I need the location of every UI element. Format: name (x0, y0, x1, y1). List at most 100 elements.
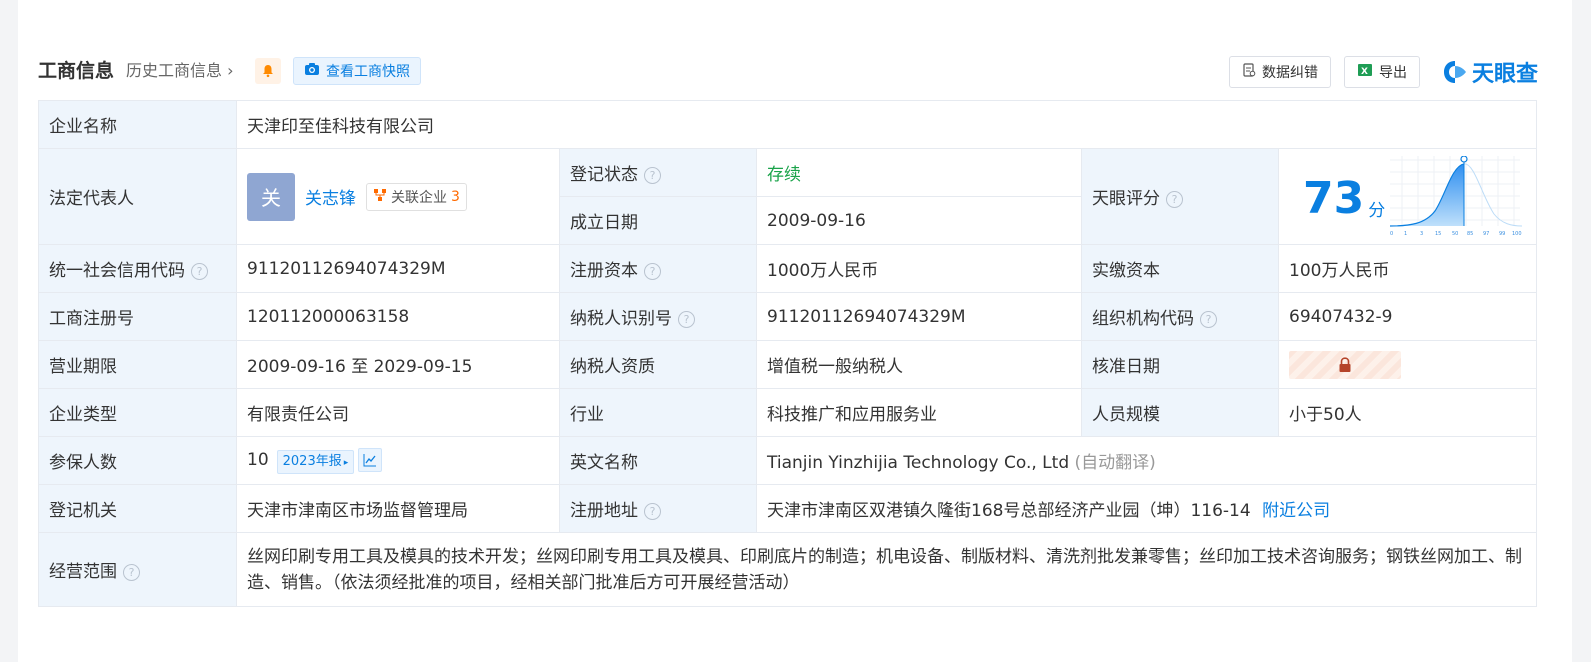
help-icon[interactable]: ? (1200, 310, 1217, 328)
reg-address-label-text: 注册地址 (570, 501, 638, 521)
company-type-value: 有限责任公司 (236, 388, 560, 437)
score-unit: 分 (1368, 200, 1386, 221)
reg-status-label-text: 登记状态 (570, 165, 638, 185)
network-icon (373, 188, 387, 206)
annual-report-tag[interactable]: 2023年报 ▸ (276, 449, 355, 474)
axis-tick: 85 (1467, 231, 1473, 237)
triangle-right-icon: ▸ (343, 457, 349, 468)
history-link-label: 历史工商信息 (126, 61, 223, 80)
excel-icon: X (1357, 62, 1373, 82)
reg-address-cell: 天津市津南区双港镇久隆街168号总部经济产业园（坤）116-14 附近公司 (755, 484, 1538, 533)
insured-label: 参保人数 (38, 436, 237, 485)
trend-chart-icon[interactable] (358, 447, 383, 472)
score-axis-ticks: 0 1 3 15 50 85 97 99 100 (1390, 231, 1522, 237)
company-type-label: 企业类型 (38, 388, 237, 437)
taxpayer-qual-label: 纳税人资质 (559, 340, 757, 389)
scope-label: 经营范围? (38, 532, 237, 607)
chevron-right-icon: › (227, 61, 234, 80)
score-cell[interactable]: 73 分 0 1 3 15 50 85 97 99 100 (1277, 148, 1538, 245)
auto-translate-note: (自动翻译) (1074, 453, 1156, 473)
data-correction-button[interactable]: 数据纠错 (1229, 56, 1331, 88)
help-icon[interactable]: ? (678, 310, 695, 328)
score-value: 73 (1303, 172, 1365, 224)
avatar[interactable]: 关 (247, 172, 295, 221)
industry-label: 行业 (559, 388, 757, 437)
help-icon[interactable]: ? (1166, 190, 1183, 208)
insured-value: 10 (247, 449, 269, 470)
history-info-link[interactable]: 历史工商信息 › (126, 56, 234, 86)
nearby-companies-link[interactable]: 附近公司 (1262, 501, 1330, 521)
related-label: 关联企业 (391, 189, 447, 206)
org-code-label: 组织机构代码? (1081, 292, 1279, 341)
reg-number-label: 工商注册号 (38, 292, 237, 341)
tianyancha-logo: 天眼查 (1442, 56, 1538, 88)
established-label: 成立日期 (559, 196, 757, 245)
export-label: 导出 (1379, 65, 1407, 81)
help-icon[interactable]: ? (191, 262, 208, 280)
reg-authority-label: 登记机关 (38, 484, 237, 533)
table-row: 企业类型 有限责任公司 行业 科技推广和应用服务业 人员规模 小于50人 (38, 388, 1538, 437)
reg-number-value: 120112000063158 (236, 292, 560, 341)
locked-value[interactable] (1289, 350, 1401, 379)
reg-status-label: 登记状态? (559, 148, 757, 197)
staff-size-value: 小于50人 (1277, 388, 1538, 437)
help-icon[interactable]: ? (644, 166, 661, 184)
table-row: 统一社会信用代码? 91120112694074329M 注册资本? 1000万… (38, 244, 1538, 293)
english-name-cell: Tianjin Yinzhijia Technology Co., Ltd (自… (755, 436, 1538, 485)
scope-label-text: 经营范围 (49, 562, 117, 582)
taxpayer-id-value: 91120112694074329M (756, 292, 1082, 341)
table-row: 法定代表人 关 关志锋 关联企业 3 登记状态? 存续 天眼评分? 73 分 0… (38, 148, 1538, 245)
taxpayer-qual-value: 增值税一般纳税人 (756, 340, 1082, 389)
axis-tick: 1 (1404, 231, 1407, 237)
approval-date-label: 核准日期 (1081, 340, 1279, 389)
bell-icon[interactable] (255, 58, 281, 84)
taxpayer-id-label: 纳税人识别号? (559, 292, 757, 341)
axis-tick: 99 (1499, 231, 1505, 237)
axis-tick: 50 (1452, 231, 1458, 237)
axis-tick: 15 (1435, 231, 1441, 237)
axis-tick: 100 (1512, 231, 1522, 237)
help-icon[interactable]: ? (644, 262, 661, 280)
org-code-value: 69407432-9 (1277, 292, 1538, 341)
view-snapshot-button[interactable]: 查看工商快照 (293, 57, 421, 85)
data-correction-label: 数据纠错 (1262, 65, 1318, 81)
credit-code-label-text: 统一社会信用代码 (49, 261, 185, 281)
score-label-text: 天眼评分 (1092, 189, 1160, 209)
business-term-value: 2009-09-16 至 2029-09-15 (236, 340, 560, 389)
english-name-value: Tianjin Yinzhijia Technology Co., Ltd (767, 453, 1070, 473)
score-label: 天眼评分? (1081, 148, 1279, 245)
reg-status-value: 存续 (756, 148, 1082, 197)
reg-capital-label-text: 注册资本 (570, 261, 638, 281)
taxpayer-id-label-text: 纳税人识别号 (570, 309, 672, 329)
section-title: 工商信息 (38, 60, 115, 82)
table-row: 登记机关 天津市津南区市场监督管理局 注册地址? 天津市津南区双港镇久隆街168… (38, 484, 1538, 533)
score-distribution-chart: 0 1 3 15 50 85 97 99 100 (1390, 156, 1523, 237)
table-row: 工商注册号 120112000063158 纳税人识别号? 9112011269… (38, 292, 1538, 341)
credit-code-label: 统一社会信用代码? (38, 244, 237, 293)
help-icon[interactable]: ? (123, 563, 140, 581)
industry-value: 科技推广和应用服务业 (756, 388, 1082, 437)
table-row: 企业名称 天津印至佳科技有限公司 (38, 100, 1538, 149)
axis-tick: 97 (1483, 231, 1489, 237)
insured-cell: 10 2023年报 ▸ (236, 436, 560, 485)
company-name-value: 天津印至佳科技有限公司 (235, 100, 1538, 149)
help-icon[interactable]: ? (644, 502, 661, 520)
reg-address-value: 天津市津南区双港镇久隆街168号总部经济产业园（坤）116-14 (767, 501, 1251, 521)
org-code-label-text: 组织机构代码 (1092, 309, 1194, 329)
scope-value: 丝网印刷专用工具及模具的技术开发；丝网印刷专用工具及模具、印刷底片的制造；机电设… (235, 532, 1538, 607)
export-button[interactable]: X 导出 (1344, 56, 1420, 88)
legal-rep-name[interactable]: 关志锋 (305, 184, 356, 209)
company-name-label: 企业名称 (38, 100, 237, 149)
reg-capital-label: 注册资本? (559, 244, 757, 293)
axis-tick: 3 (1420, 231, 1423, 237)
lock-icon (1339, 356, 1351, 372)
reg-address-label: 注册地址? (559, 484, 757, 533)
english-name-label: 英文名称 (559, 436, 757, 485)
established-value: 2009-09-16 (756, 196, 1082, 245)
related-companies-button[interactable]: 关联企业 3 (366, 182, 467, 211)
legal-rep-cell: 关 关志锋 关联企业 3 (236, 148, 560, 245)
logo-mark-icon (1443, 61, 1466, 83)
table-row: 营业期限 2009-09-16 至 2029-09-15 纳税人资质 增值税一般… (38, 340, 1538, 389)
camera-icon (304, 62, 320, 80)
axis-tick: 0 (1390, 231, 1393, 237)
